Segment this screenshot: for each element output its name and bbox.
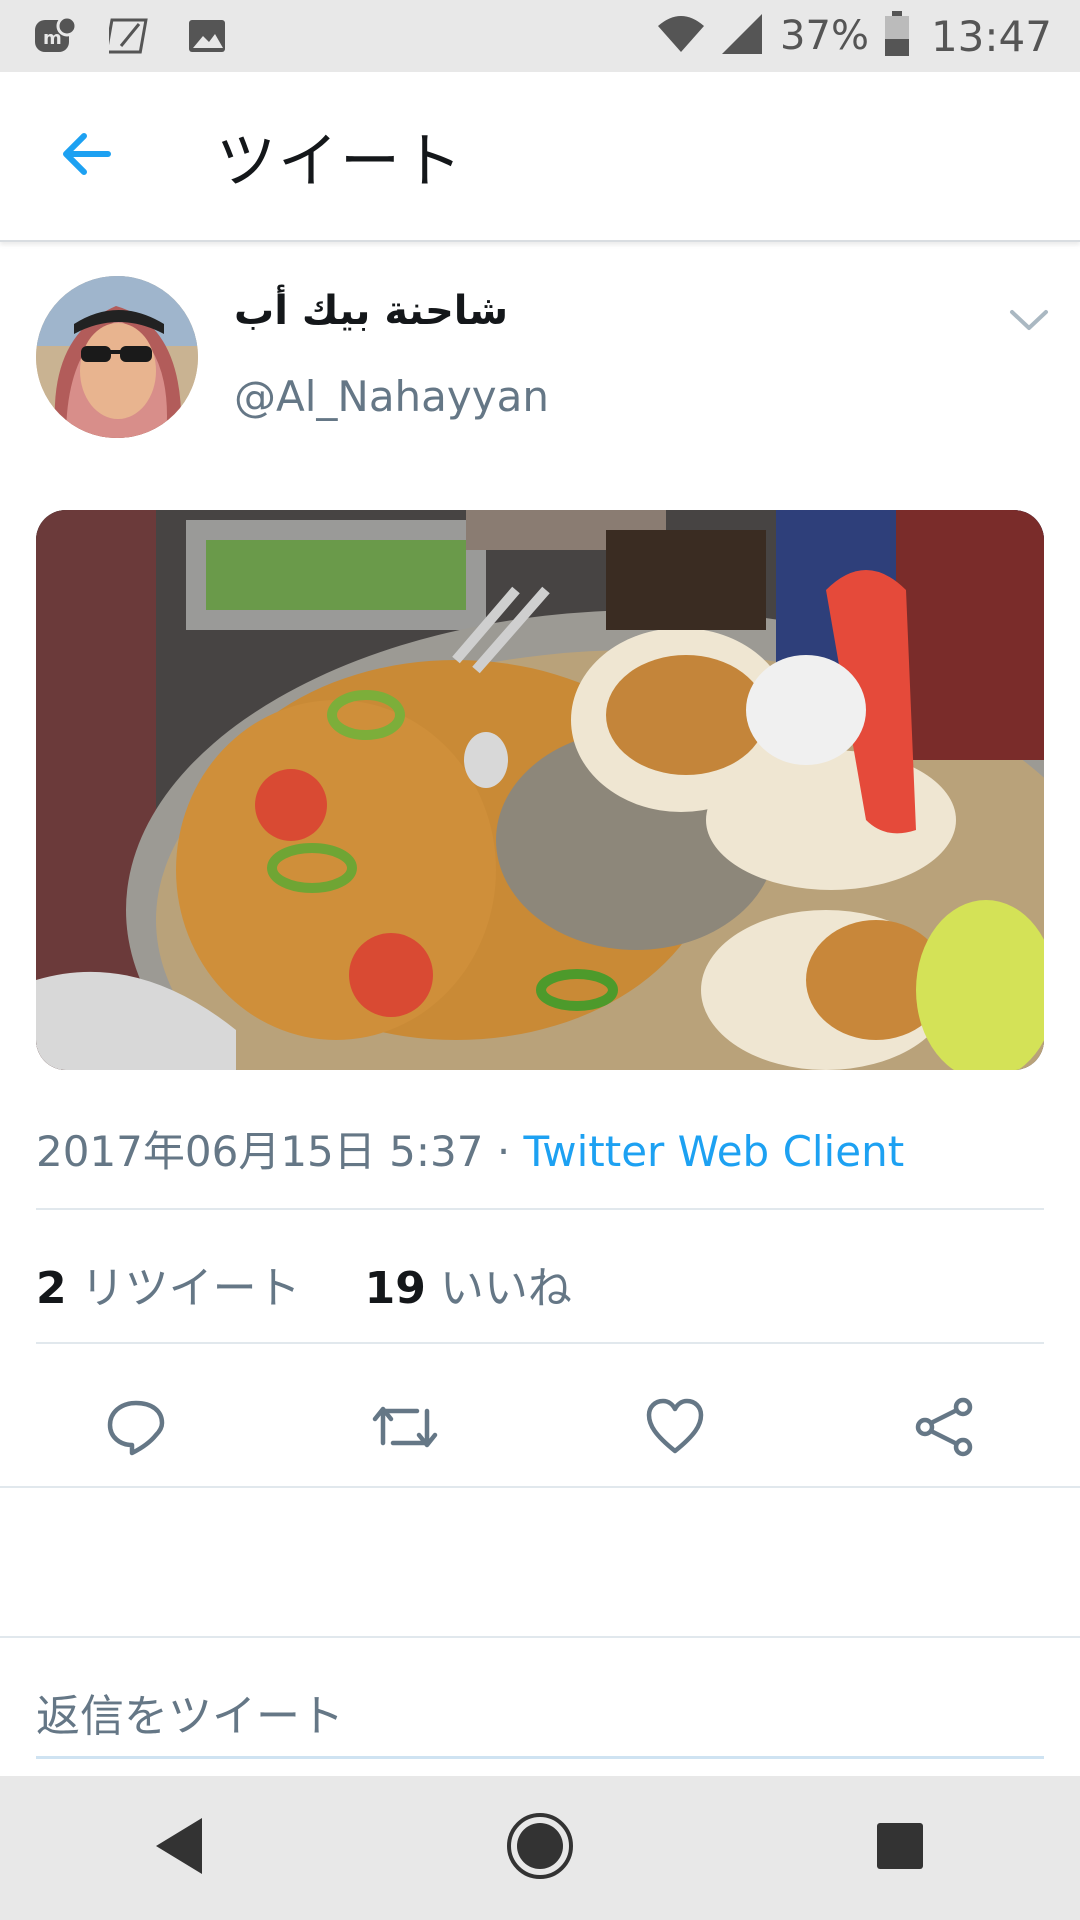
share-button[interactable] bbox=[905, 1389, 985, 1469]
nav-back-button[interactable] bbox=[120, 1788, 240, 1908]
retweet-count: 2 bbox=[36, 1263, 67, 1314]
back-button[interactable] bbox=[36, 106, 136, 206]
reply-input[interactable]: 返信をツイート bbox=[36, 1680, 344, 1744]
arrow-left-icon bbox=[58, 130, 114, 182]
reply-icon bbox=[104, 1395, 168, 1463]
page-title: ツイート bbox=[216, 126, 464, 197]
like-button[interactable] bbox=[635, 1389, 715, 1469]
tweet-metadata: 2017年06月15日 5:37 · Twitter Web Client bbox=[36, 1118, 904, 1179]
tweet-client-link[interactable]: Twitter Web Client bbox=[524, 1127, 905, 1176]
meta-separator: · bbox=[496, 1127, 511, 1176]
triangle-back-icon bbox=[152, 1816, 208, 1880]
divider bbox=[36, 1342, 1044, 1344]
tweet-timestamp: 2017年06月15日 5:37 bbox=[36, 1127, 484, 1176]
nav-home-button[interactable] bbox=[480, 1788, 600, 1908]
divider bbox=[0, 1636, 1080, 1638]
tweet-stats: 2 リツイート 19 いいね bbox=[36, 1252, 572, 1316]
battery-icon bbox=[883, 11, 911, 61]
nav-recents-button[interactable] bbox=[840, 1788, 960, 1908]
reply-input-underline bbox=[36, 1756, 1044, 1759]
status-bar: m 37% 13:47 bbox=[0, 0, 1080, 72]
tweet-media-image[interactable] bbox=[36, 510, 1044, 1070]
svg-text:m: m bbox=[43, 28, 62, 49]
user-handle[interactable]: @Al_Nahayyan bbox=[234, 372, 549, 421]
wifi-icon bbox=[656, 12, 706, 60]
chevron-down-icon[interactable] bbox=[1004, 300, 1054, 340]
clock: 13:47 bbox=[930, 11, 1052, 61]
square-recents-icon bbox=[875, 1821, 925, 1875]
reply-button[interactable] bbox=[96, 1389, 176, 1469]
heart-icon bbox=[643, 1395, 707, 1463]
tweet-actions bbox=[0, 1375, 1080, 1485]
like-label: いいね bbox=[439, 1263, 572, 1314]
app-bar: ツイート bbox=[0, 72, 1080, 242]
battery-percent: 37% bbox=[780, 13, 869, 59]
like-count: 19 bbox=[364, 1263, 426, 1314]
likes-stat[interactable]: 19 いいね bbox=[365, 1263, 572, 1314]
divider bbox=[36, 1208, 1044, 1210]
mastodon-icon: m bbox=[32, 13, 78, 59]
divider bbox=[0, 1486, 1080, 1488]
retweet-button[interactable] bbox=[365, 1389, 445, 1469]
system-nav-bar bbox=[0, 1776, 1080, 1920]
signal-icon bbox=[720, 12, 766, 60]
share-icon bbox=[913, 1395, 977, 1463]
edit-square-icon bbox=[108, 13, 154, 59]
user-display-name[interactable]: شاحنة بيك أب bbox=[234, 288, 508, 334]
image-icon bbox=[184, 13, 230, 59]
retweet-label: リツイート bbox=[80, 1263, 301, 1314]
retweet-icon bbox=[369, 1395, 441, 1463]
home-circle-icon bbox=[504, 1810, 576, 1886]
avatar[interactable] bbox=[36, 276, 198, 438]
retweets-stat[interactable]: 2 リツイート bbox=[36, 1263, 301, 1314]
